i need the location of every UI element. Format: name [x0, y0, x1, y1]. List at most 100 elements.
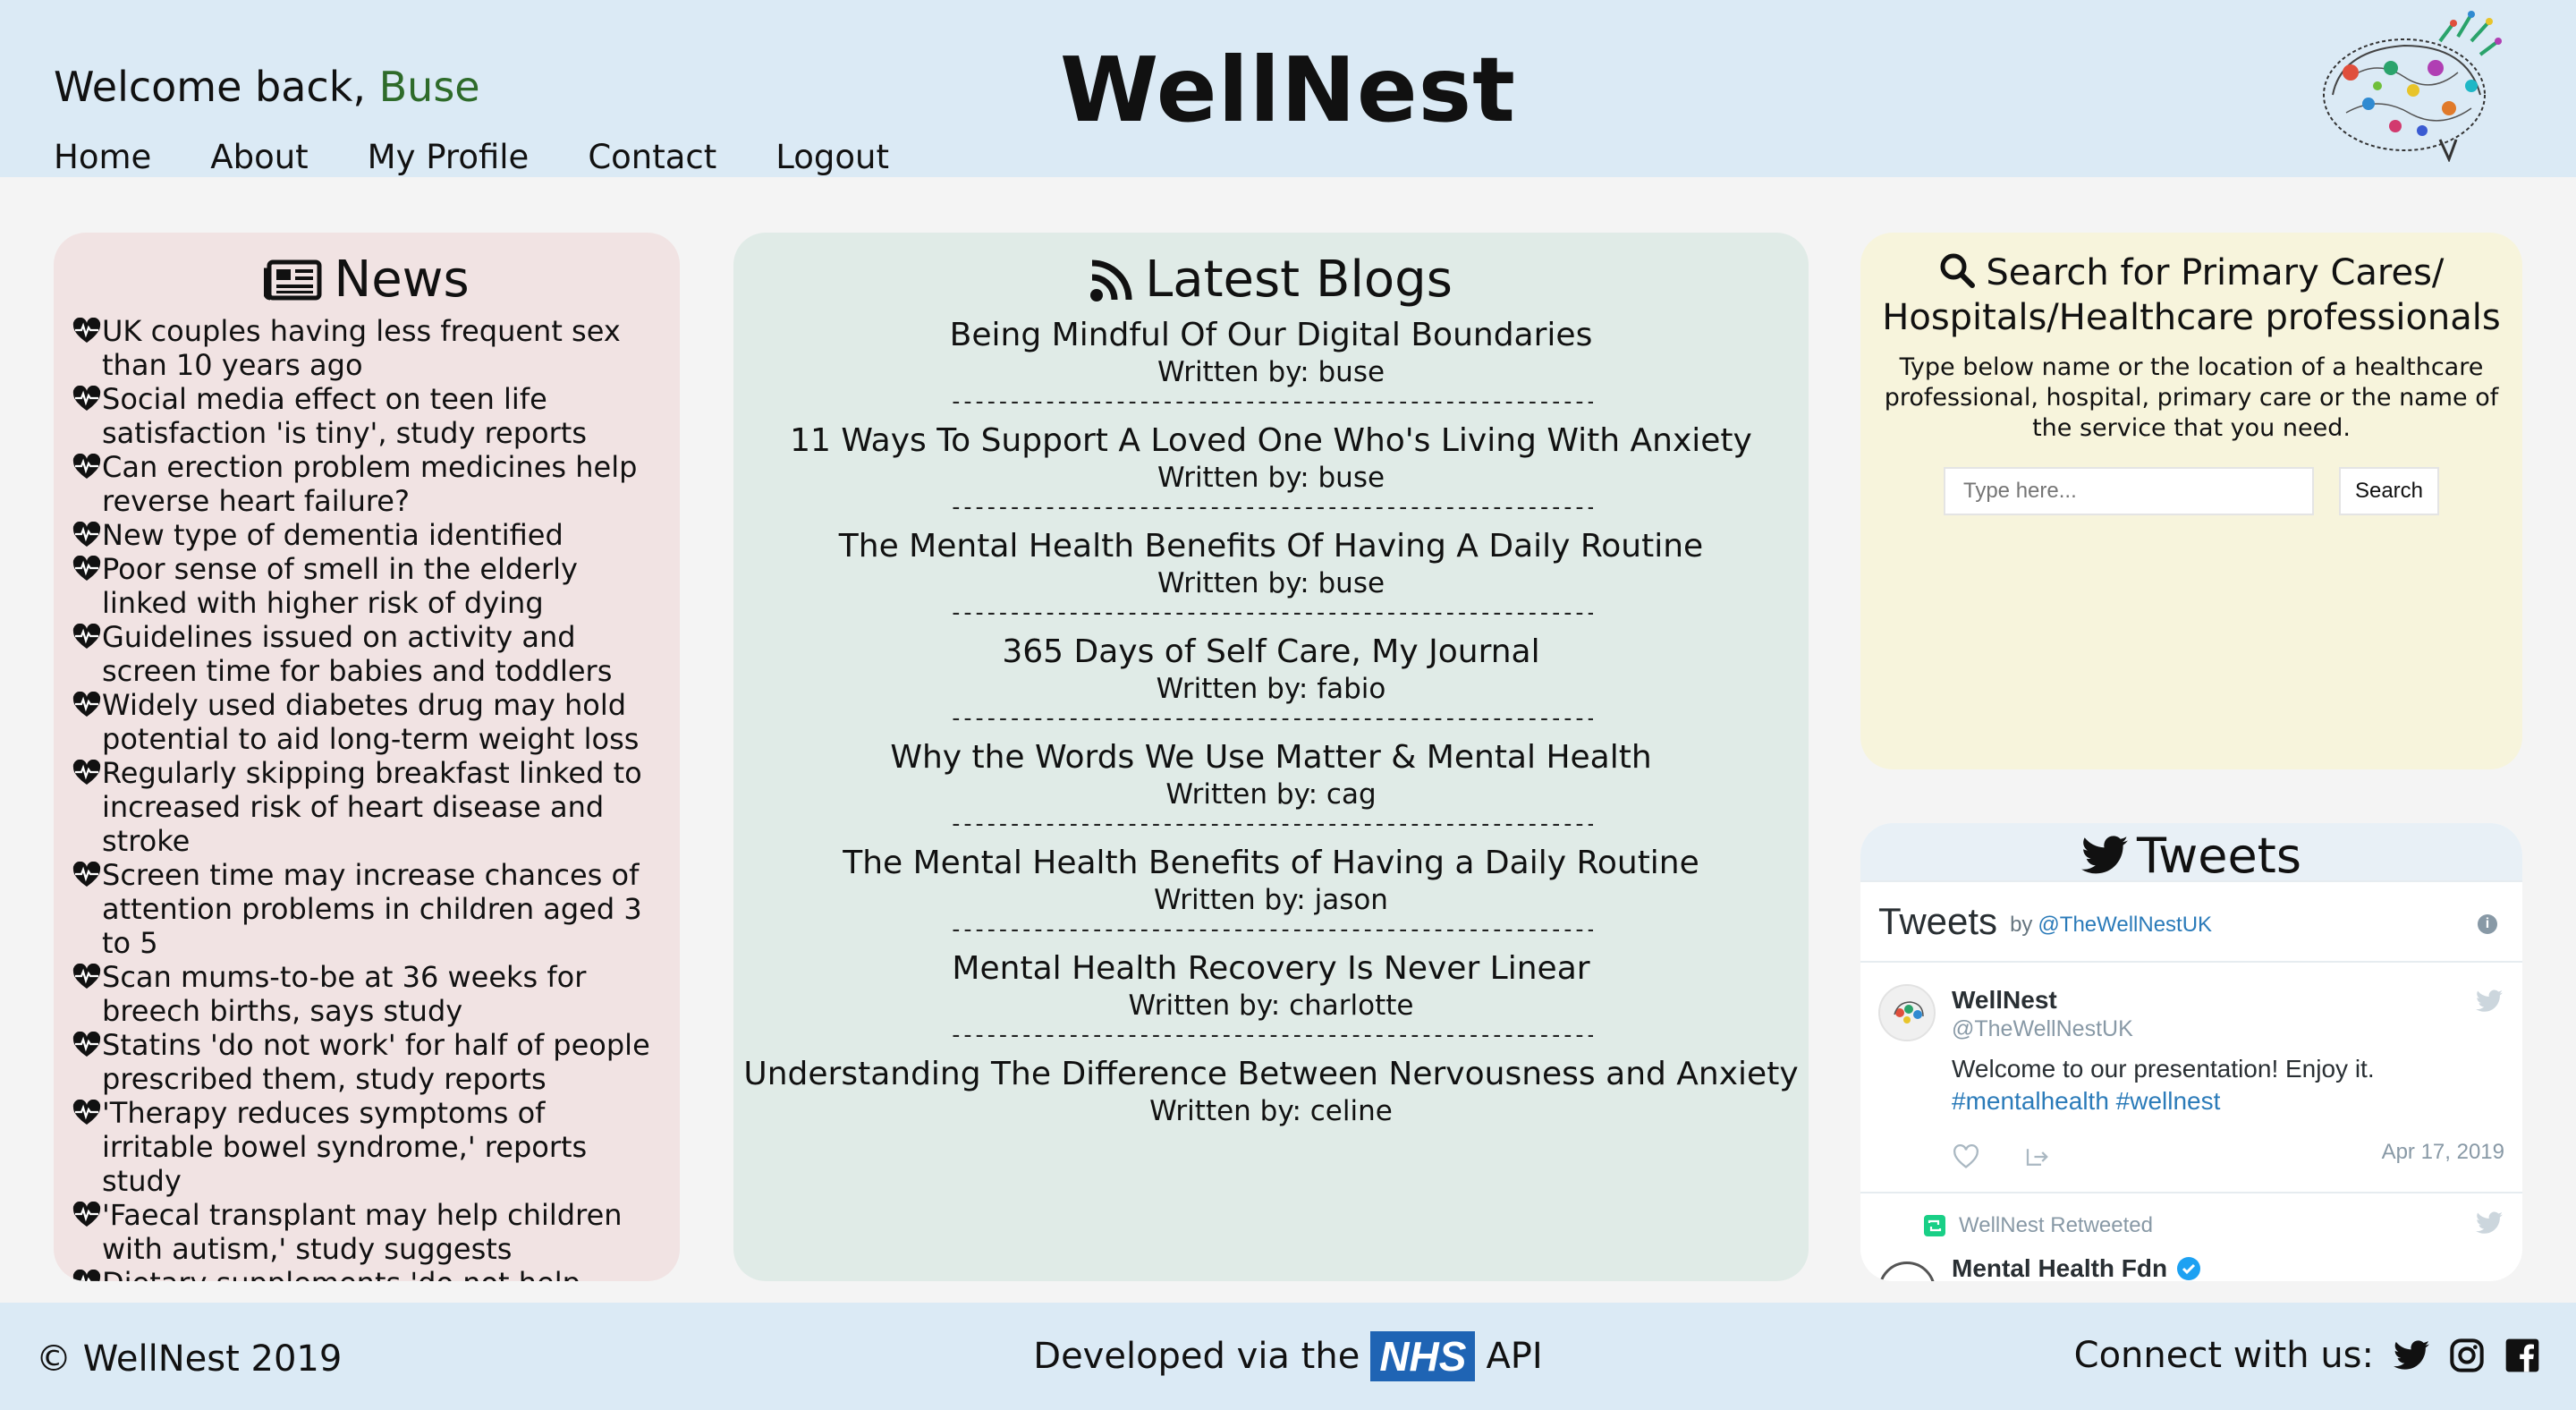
search-button[interactable]: Search [2339, 467, 2439, 515]
avatar[interactable] [1878, 984, 1936, 1041]
blog-separator: ----------------------------------------… [949, 389, 1593, 414]
tweet-author-handle[interactable]: @TheWellNestUK [1952, 1016, 2504, 1042]
tweet-message: Welcome to our presentation! Enjoy it. [1952, 1055, 2375, 1083]
developed-suffix: API [1486, 1336, 1543, 1377]
heart-rate-icon [72, 454, 101, 479]
nhs-logo[interactable]: NHS [1370, 1331, 1476, 1381]
tweet-author-name[interactable]: WellNest [1952, 986, 2504, 1015]
tweet-date[interactable]: Apr 17, 2019 [2382, 1140, 2504, 1165]
retweet-item[interactable]: WellNest Retweeted Mental Health Fdn [1860, 1193, 2522, 1281]
instagram-icon[interactable] [2449, 1338, 2485, 1373]
news-item-text[interactable]: Scan mums-to-be at 36 weeks for breech b… [102, 960, 653, 1028]
news-item[interactable]: Regularly skipping breakfast linked to i… [72, 756, 653, 858]
timeline-handle-link[interactable]: @TheWellNestUK [2038, 913, 2212, 937]
avatar[interactable] [1878, 1261, 1936, 1281]
search-icon [1940, 253, 1975, 288]
nav-logout[interactable]: Logout [775, 138, 889, 176]
blog-author: Written by: buse [1157, 356, 1385, 388]
news-item[interactable]: Dietary supplements 'do not help improve… [72, 1266, 653, 1281]
news-item-text[interactable]: Poor sense of smell in the elderly linke… [102, 552, 653, 620]
tweet-item[interactable]: WellNest @TheWellNestUK Welcome to our p… [1860, 963, 2522, 1193]
news-item-text[interactable]: Social media effect on teen life satisfa… [102, 382, 653, 450]
news-item-text[interactable]: 'Faecal transplant may help children wit… [102, 1198, 653, 1266]
search-input[interactable] [1944, 467, 2314, 515]
blog-title[interactable]: Being Mindful Of Our Digital Boundaries [733, 316, 1809, 355]
blog-title[interactable]: Why the Words We Use Matter & Mental Hea… [733, 738, 1809, 777]
blog-author: Written by: buse [1157, 567, 1385, 599]
rss-icon [1090, 259, 1132, 302]
blog-author: Written by: celine [1149, 1095, 1393, 1127]
search-panel: Search for Primary Cares/ Hospitals/Heal… [1860, 233, 2522, 769]
blog-separator: ----------------------------------------… [949, 600, 1593, 625]
blog-item: Why the Words We Use Matter & Mental Hea… [733, 738, 1809, 837]
news-item[interactable]: New type of dementia identified [72, 518, 653, 552]
news-item[interactable]: 'Faecal transplant may help children wit… [72, 1198, 653, 1266]
tweet-hashtags[interactable]: #mentalhealth #wellnest [1952, 1087, 2220, 1115]
blog-item: Mental Health Recovery Is Never Linear Wr… [733, 949, 1809, 1048]
blog-item: The Mental Health Benefits Of Having A D… [733, 527, 1809, 625]
news-item[interactable]: Poor sense of smell in the elderly linke… [72, 552, 653, 620]
twitter-bird-icon[interactable] [2476, 1211, 2503, 1235]
search-title: Search for Primary Cares/ Hospitals/Heal… [1882, 252, 2501, 338]
heart-rate-icon [72, 1100, 101, 1125]
news-item-text[interactable]: Screen time may increase chances of atte… [102, 858, 653, 960]
blog-separator: ----------------------------------------… [949, 495, 1593, 520]
nav-contact[interactable]: Contact [588, 138, 716, 176]
news-item-text[interactable]: Regularly skipping breakfast linked to i… [102, 756, 653, 858]
blog-title[interactable]: 365 Days of Self Care, My Journal [733, 633, 1809, 672]
heart-rate-icon [72, 522, 101, 547]
twitter-bird-icon [2081, 836, 2129, 874]
timeline-by-label: by [2010, 913, 2033, 937]
timeline-by: by @TheWellNestUK [2010, 913, 2212, 938]
blog-title[interactable]: The Mental Health Benefits of Having a D… [733, 844, 1809, 883]
tweet-text: Welcome to our presentation! Enjoy it. #… [1952, 1053, 2504, 1117]
news-item[interactable]: Widely used diabetes drug may hold poten… [72, 688, 653, 756]
like-icon[interactable] [1952, 1144, 1980, 1169]
news-item[interactable]: Social media effect on teen life satisfa… [72, 382, 653, 450]
heart-rate-icon [72, 1032, 101, 1057]
retweet-label-row: WellNest Retweeted [1923, 1213, 2504, 1238]
news-item[interactable]: UK couples having less frequent sex than… [72, 314, 653, 382]
blog-item: Understanding The Difference Between Ner… [733, 1055, 1809, 1128]
search-description: Type below name or the location of a hea… [1884, 353, 2499, 442]
news-item[interactable]: Statins 'do not work' for half of people… [72, 1028, 653, 1096]
retweet-author-name[interactable]: Mental Health Fdn [1952, 1254, 2167, 1281]
nav-about[interactable]: About [210, 138, 308, 176]
blog-title[interactable]: The Mental Health Benefits Of Having A D… [733, 527, 1809, 566]
news-item-text[interactable]: Dietary supplements 'do not help improve… [102, 1266, 653, 1281]
news-item-text[interactable]: Widely used diabetes drug may hold poten… [102, 688, 653, 756]
blog-item: The Mental Health Benefits of Having a D… [733, 844, 1809, 942]
news-item[interactable]: Can erection problem medicines help reve… [72, 450, 653, 518]
newspaper-icon [264, 259, 322, 300]
heart-rate-icon [72, 760, 101, 785]
news-item[interactable]: Guidelines issued on activity and screen… [72, 620, 653, 688]
news-item[interactable]: 'Therapy reduces symptoms of irritable b… [72, 1096, 653, 1198]
news-item-text[interactable]: Guidelines issued on activity and screen… [102, 620, 653, 688]
news-heading: News [54, 251, 680, 309]
twitter-icon[interactable] [2394, 1338, 2429, 1373]
blog-title[interactable]: Understanding The Difference Between Ner… [733, 1055, 1809, 1094]
retweet-icon [1924, 1215, 1945, 1236]
heart-rate-icon [72, 1202, 101, 1227]
news-panel: News UK couples having less frequent sex… [54, 233, 680, 1281]
news-item-text[interactable]: Statins 'do not work' for half of people… [102, 1028, 653, 1096]
footer: © WellNest 2019 Developed via the NHS AP… [0, 1303, 2576, 1410]
blog-author: Written by: charlotte [1128, 990, 1414, 1022]
blog-separator: ----------------------------------------… [949, 1023, 1593, 1048]
news-item[interactable]: Screen time may increase chances of atte… [72, 858, 653, 960]
share-icon[interactable] [2023, 1144, 2050, 1169]
news-item-text[interactable]: 'Therapy reduces symptoms of irritable b… [102, 1096, 653, 1198]
news-item-text[interactable]: New type of dementia identified [102, 518, 564, 552]
nav-my-profile[interactable]: My Profile [368, 138, 530, 176]
heart-rate-icon [72, 1270, 101, 1281]
info-icon[interactable]: i [2478, 914, 2497, 934]
nav-home[interactable]: Home [54, 138, 151, 176]
blog-item: Being Mindful Of Our Digital Boundaries W… [733, 316, 1809, 414]
blog-title[interactable]: Mental Health Recovery Is Never Linear [733, 949, 1809, 989]
twitter-bird-icon[interactable] [2476, 990, 2503, 1013]
news-item-text[interactable]: UK couples having less frequent sex than… [102, 314, 653, 382]
blog-title[interactable]: 11 Ways To Support A Loved One Who's Liv… [733, 421, 1809, 461]
facebook-icon[interactable] [2504, 1338, 2540, 1373]
news-item[interactable]: Scan mums-to-be at 36 weeks for breech b… [72, 960, 653, 1028]
news-item-text[interactable]: Can erection problem medicines help reve… [102, 450, 653, 518]
